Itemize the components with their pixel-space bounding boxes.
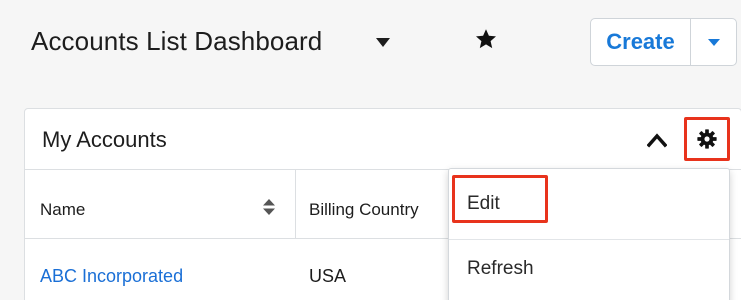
gear-icon [697,129,717,149]
column-header-label: Name [40,200,86,219]
billing-country-cell: USA [309,266,347,286]
menu-item-refresh[interactable]: Refresh [449,239,729,297]
caret-down-icon[interactable] [376,38,390,47]
settings-dropdown-menu: Edit Refresh [448,168,730,300]
column-header-name[interactable]: Name [25,170,296,238]
create-button-group: Create [590,18,737,66]
settings-button[interactable] [684,117,730,161]
dashboard-page: ​ Accounts List Dashboard Create My Acco… [0,0,741,300]
chevron-up-icon[interactable] [647,132,667,148]
caret-down-icon [707,38,720,46]
column-header-label: Billing Country [309,200,419,219]
edit-highlight-box [452,175,548,223]
sort-icon[interactable] [262,198,276,216]
cropped-top-text: ​ [0,0,741,5]
dashboard-title[interactable]: Accounts List Dashboard [31,26,322,57]
create-button[interactable]: Create [591,19,691,65]
create-menu-button[interactable] [691,19,736,65]
account-name-link[interactable]: ABC Incorporated [40,266,183,287]
star-icon[interactable] [474,27,498,51]
dashlet-title: My Accounts [42,127,167,152]
